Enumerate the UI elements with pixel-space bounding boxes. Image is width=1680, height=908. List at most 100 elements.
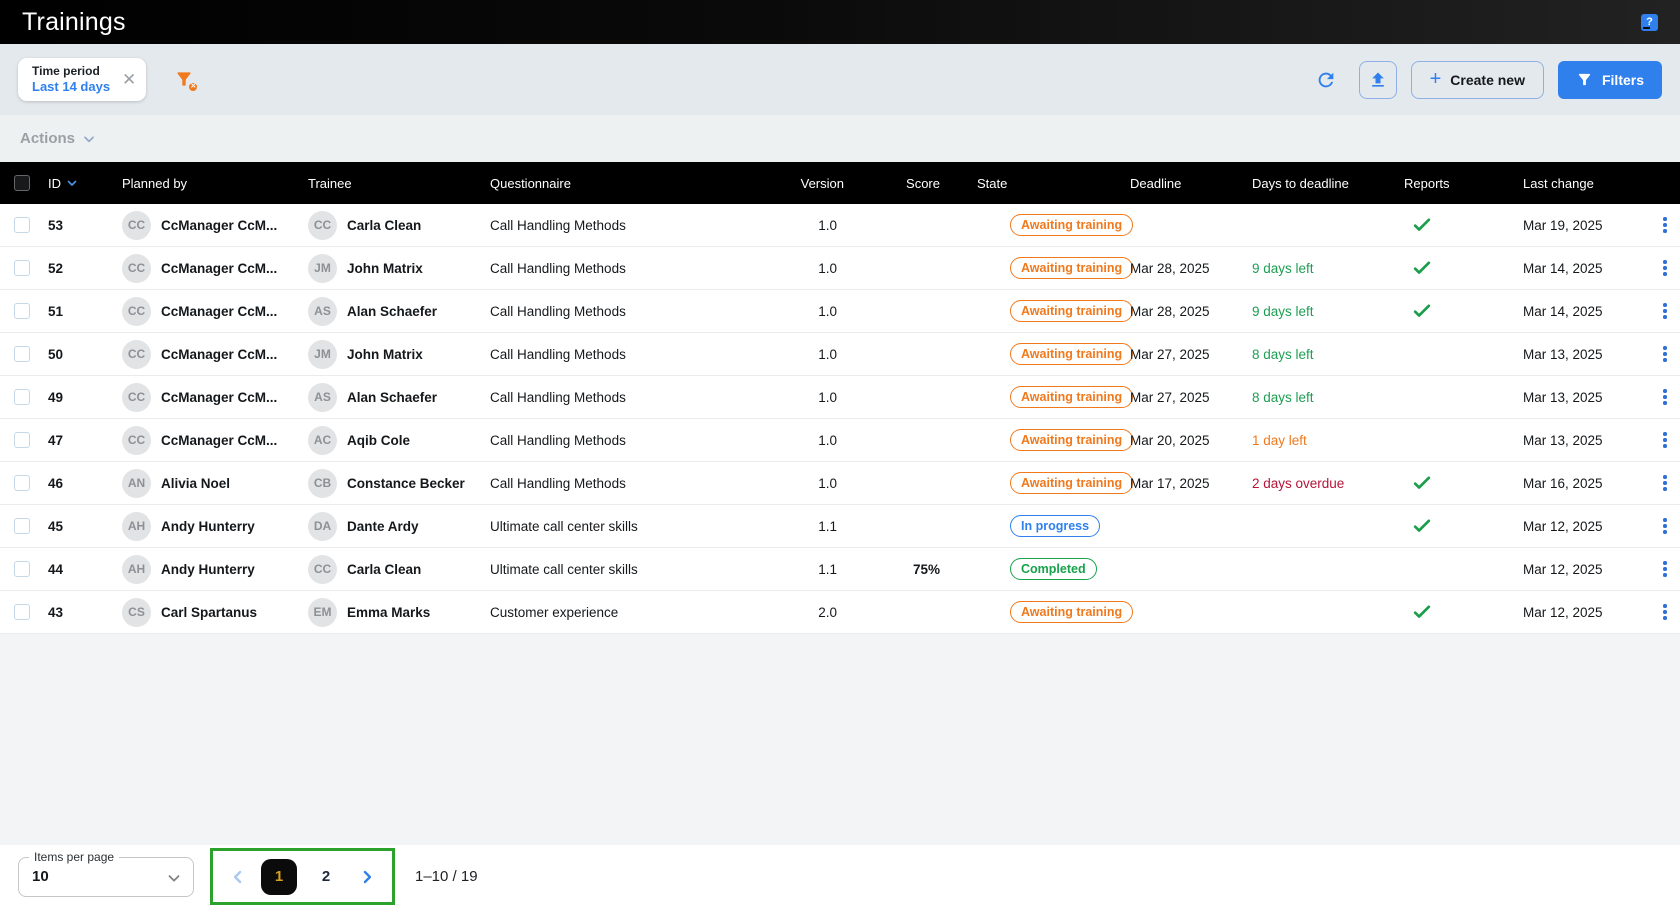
cell-id: 49 [48, 390, 122, 405]
next-page-button[interactable] [355, 865, 379, 889]
cell-trainee: CC Carla Clean [308, 555, 490, 584]
row-checkbox[interactable] [14, 432, 30, 448]
cell-deadline: Mar 28, 2025 [1130, 261, 1252, 276]
page-button-2[interactable]: 2 [308, 859, 344, 895]
plus-icon: + [1430, 69, 1442, 89]
cell-trainee: EM Emma Marks [308, 598, 490, 627]
create-new-button[interactable]: + Create new [1411, 61, 1544, 99]
cell-questionnaire: Call Handling Methods [490, 218, 774, 233]
export-button[interactable] [1359, 61, 1397, 99]
time-period-filter-chip[interactable]: Time period Last 14 days ✕ [18, 58, 146, 101]
column-header-deadline[interactable]: Deadline [1130, 176, 1252, 191]
row-menu-icon[interactable] [1659, 471, 1671, 495]
row-checkbox[interactable] [14, 303, 30, 319]
clear-filters-icon[interactable]: ✕ [174, 69, 196, 91]
table-row[interactable]: 47 CC CcManager CcM... AC Aqib Cole Call… [0, 419, 1680, 462]
cell-id: 43 [48, 605, 122, 620]
row-menu-icon[interactable] [1659, 256, 1671, 280]
row-checkbox[interactable] [14, 346, 30, 362]
cell-id: 47 [48, 433, 122, 448]
trainings-page: Trainings ? Time period Last 14 days ✕ ✕ [0, 0, 1680, 908]
table-row[interactable]: 45 AH Andy Hunterry DA Dante Ardy Ultima… [0, 505, 1680, 548]
table-row[interactable]: 52 CC CcManager CcM... JM John Matrix Ca… [0, 247, 1680, 290]
planned-by-name: CcManager CcM... [161, 390, 277, 405]
row-checkbox[interactable] [14, 561, 30, 577]
previous-page-button[interactable] [226, 865, 250, 889]
row-checkbox[interactable] [14, 217, 30, 233]
state-badge: Awaiting training [1010, 343, 1133, 366]
filters-button[interactable]: Filters [1558, 61, 1662, 99]
report-check-icon [1412, 301, 1432, 321]
table-row[interactable]: 51 CC CcManager CcM... AS Alan Schaefer … [0, 290, 1680, 333]
chip-label: Time period [32, 64, 110, 79]
row-checkbox[interactable] [14, 260, 30, 276]
column-header-score[interactable]: Score [844, 176, 977, 191]
row-menu-icon[interactable] [1659, 385, 1671, 409]
avatar: AH [122, 512, 151, 541]
avatar: CC [122, 297, 151, 326]
column-header-reports[interactable]: Reports [1404, 176, 1523, 191]
cell-planned-by: CS Carl Spartanus [122, 598, 308, 627]
toolbar: Time period Last 14 days ✕ ✕ [0, 44, 1680, 115]
column-header-questionnaire[interactable]: Questionnaire [490, 176, 774, 191]
row-menu-icon[interactable] [1659, 557, 1671, 581]
avatar: AS [308, 383, 337, 412]
table-row[interactable]: 46 AN Alivia Noel CB Constance Becker Ca… [0, 462, 1680, 505]
row-menu-icon[interactable] [1659, 342, 1671, 366]
cell-score: 75% [844, 562, 977, 577]
column-header-trainee[interactable]: Trainee [308, 176, 490, 191]
table-row[interactable]: 53 CC CcManager CcM... CC Carla Clean Ca… [0, 204, 1680, 247]
avatar: JM [308, 340, 337, 369]
create-new-label: Create new [1450, 72, 1525, 88]
cell-last-change: Mar 14, 2025 [1523, 304, 1659, 319]
close-icon[interactable]: ✕ [122, 71, 136, 88]
row-menu-icon[interactable] [1659, 428, 1671, 452]
row-checkbox[interactable] [14, 475, 30, 491]
help-icon[interactable]: ? [1641, 14, 1658, 31]
avatar: CC [122, 254, 151, 283]
toolbar-right: + Create new Filters [1307, 61, 1662, 99]
cell-deadline: Mar 20, 2025 [1130, 433, 1252, 448]
table-row[interactable]: 44 AH Andy Hunterry CC Carla Clean Ultim… [0, 548, 1680, 591]
row-menu-icon[interactable] [1659, 600, 1671, 624]
state-badge: Awaiting training [1010, 386, 1133, 409]
page-title: Trainings [22, 8, 126, 37]
row-checkbox[interactable] [14, 389, 30, 405]
select-all-checkbox[interactable] [14, 175, 30, 191]
table-row[interactable]: 50 CC CcManager CcM... JM John Matrix Ca… [0, 333, 1680, 376]
refresh-button[interactable] [1307, 61, 1345, 99]
trainee-name: John Matrix [347, 261, 423, 276]
row-menu-icon[interactable] [1659, 213, 1671, 237]
cell-planned-by: AH Andy Hunterry [122, 555, 308, 584]
cell-version: 1.0 [774, 218, 844, 233]
planned-by-name: CcManager CcM... [161, 218, 277, 233]
cell-last-change: Mar 13, 2025 [1523, 433, 1659, 448]
cell-planned-by: CC CcManager CcM... [122, 211, 308, 240]
cell-reports [1404, 602, 1523, 622]
row-checkbox[interactable] [14, 518, 30, 534]
column-header-state[interactable]: State [977, 176, 1130, 191]
chevron-down-icon [165, 869, 183, 887]
row-menu-icon[interactable] [1659, 299, 1671, 323]
page-button-1[interactable]: 1 [261, 859, 297, 895]
report-check-icon [1412, 602, 1432, 622]
items-per-page-select[interactable]: Items per page 10 [18, 857, 194, 897]
column-header-days-to-deadline[interactable]: Days to deadline [1252, 176, 1404, 191]
column-header-version[interactable]: Version [774, 176, 844, 191]
cell-state: Awaiting training [977, 343, 1130, 366]
column-header-id[interactable]: ID [48, 176, 122, 191]
cell-questionnaire: Ultimate call center skills [490, 519, 774, 534]
row-menu-icon[interactable] [1659, 514, 1671, 538]
row-checkbox[interactable] [14, 604, 30, 620]
avatar: CC [308, 211, 337, 240]
table-row[interactable]: 49 CC CcManager CcM... AS Alan Schaefer … [0, 376, 1680, 419]
actions-dropdown[interactable]: Actions [20, 130, 75, 147]
planned-by-name: Andy Hunterry [161, 519, 255, 534]
table-row[interactable]: 43 CS Carl Spartanus EM Emma Marks Custo… [0, 591, 1680, 634]
column-label: ID [48, 176, 61, 191]
column-header-last-change[interactable]: Last change [1523, 176, 1659, 191]
cell-questionnaire: Call Handling Methods [490, 261, 774, 276]
cell-reports [1404, 301, 1523, 321]
clear-badge-icon: ✕ [188, 82, 198, 92]
column-header-planned-by[interactable]: Planned by [122, 176, 308, 191]
